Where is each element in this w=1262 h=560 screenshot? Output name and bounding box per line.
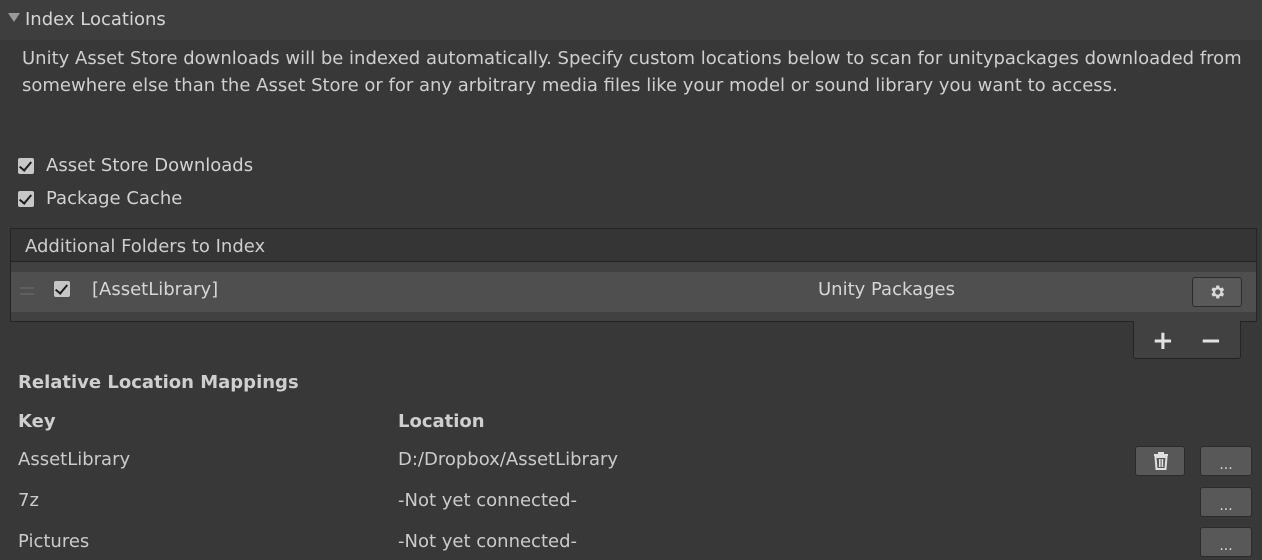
section-title: Index Locations — [25, 9, 166, 30]
remove-folder-button[interactable]: − — [1200, 328, 1222, 354]
index-locations-foldout[interactable] — [0, 0, 1262, 40]
column-location: Location — [398, 411, 485, 432]
browse-location-button[interactable]: ... — [1200, 527, 1252, 557]
browse-label: ... — [1219, 498, 1233, 514]
trash-icon — [1154, 452, 1168, 470]
asset-store-downloads-label: Asset Store Downloads — [46, 155, 254, 176]
drag-handle-icon[interactable] — [20, 287, 34, 295]
browse-location-button[interactable]: ... — [1200, 446, 1252, 476]
section-description: Unity Asset Store downloads will be inde… — [22, 48, 1242, 96]
folder-type: Unity Packages — [818, 279, 956, 300]
delete-mapping-button[interactable] — [1135, 446, 1185, 476]
browse-label: ... — [1219, 538, 1233, 554]
triangle-down-icon[interactable] — [8, 13, 20, 22]
folder-enabled-checkbox[interactable] — [54, 281, 70, 297]
mapping-key: Pictures — [18, 531, 90, 552]
folder-settings-button[interactable] — [1192, 277, 1242, 307]
add-folder-button[interactable]: + — [1152, 328, 1174, 354]
mapping-location: D:/Dropbox/AssetLibrary — [398, 449, 619, 470]
mapping-key: 7z — [18, 490, 39, 511]
folder-path: [AssetLibrary] — [92, 279, 219, 300]
package-cache-checkbox[interactable] — [18, 191, 34, 207]
mappings-title: Relative Location Mappings — [18, 372, 299, 393]
column-key: Key — [18, 411, 56, 432]
browse-label: ... — [1219, 457, 1233, 473]
mapping-location: -Not yet connected- — [398, 490, 578, 511]
package-cache-label: Package Cache — [46, 188, 183, 209]
mapping-key: AssetLibrary — [18, 449, 131, 470]
list-footer — [1133, 321, 1241, 359]
browse-location-button[interactable]: ... — [1200, 487, 1252, 517]
mapping-location: -Not yet connected- — [398, 531, 578, 552]
asset-store-downloads-checkbox[interactable] — [18, 158, 34, 174]
additional-folders-title: Additional Folders to Index — [25, 236, 266, 257]
gear-icon — [1211, 285, 1225, 299]
